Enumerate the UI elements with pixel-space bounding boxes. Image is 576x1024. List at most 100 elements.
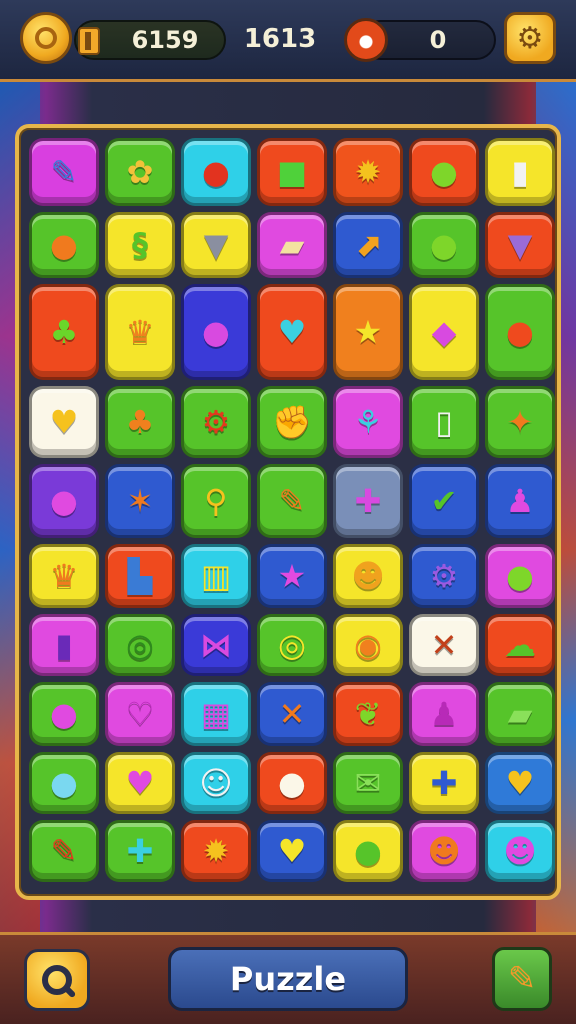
battery-icon (78, 27, 100, 55)
tile[interactable]: ☺ (181, 752, 251, 814)
search-icon (42, 965, 72, 995)
tile[interactable]: ☁ (485, 614, 555, 676)
tile[interactable]: ♛ (105, 284, 175, 380)
settings-button[interactable]: ⚙ (504, 12, 556, 64)
tile[interactable]: ♥ (485, 752, 555, 814)
heart-gold-icon: ♥ (505, 764, 535, 802)
tile[interactable]: ⚲ (181, 464, 251, 538)
pot-icon: ♣ (125, 403, 155, 441)
tile[interactable]: ⚘ (333, 386, 403, 458)
tile[interactable]: ✹ (333, 138, 403, 206)
tile[interactable]: ✉ (333, 752, 403, 814)
heart-icon: ♥ (125, 764, 155, 802)
tile[interactable]: ✦ (485, 386, 555, 458)
tile[interactable]: ● (485, 284, 555, 380)
tile[interactable]: ♛ (29, 544, 99, 608)
tile[interactable]: ⋈ (181, 614, 251, 676)
mode-button[interactable]: Puzzle (168, 947, 408, 1011)
tile[interactable]: ▼ (181, 212, 251, 278)
tile[interactable]: ● (409, 212, 479, 278)
tile[interactable]: ★ (257, 544, 327, 608)
tile[interactable]: ⚙ (409, 544, 479, 608)
tile[interactable]: ▦ (181, 682, 251, 746)
tile[interactable]: ♟ (409, 682, 479, 746)
tile[interactable]: ✶ (105, 464, 175, 538)
magnifier-icon: ⚲ (204, 482, 228, 520)
tile[interactable]: ✿ (105, 138, 175, 206)
tile[interactable]: ▼ (485, 212, 555, 278)
tile[interactable]: ♣ (29, 284, 99, 380)
bear-icon: ☻ (351, 557, 385, 595)
arrow-box-icon: ⬈ (354, 226, 382, 264)
cup-icon: ▮ (511, 153, 529, 191)
star-icon: ★ (277, 557, 307, 595)
tile[interactable]: ▮ (29, 614, 99, 676)
tile[interactable]: ◉ (333, 614, 403, 676)
tile[interactable]: ◎ (257, 614, 327, 676)
tile[interactable]: ⚙ (181, 386, 251, 458)
x-icon: ✕ (278, 695, 306, 733)
tile[interactable]: ✔ (409, 464, 479, 538)
tile[interactable]: ● (29, 752, 99, 814)
tree-icon: ♣ (49, 313, 79, 351)
tile[interactable]: ♣ (105, 386, 175, 458)
tile[interactable]: ♟ (485, 464, 555, 538)
tile[interactable]: ♥ (257, 820, 327, 882)
tile[interactable]: ● (181, 284, 251, 380)
tile[interactable]: ▮ (485, 138, 555, 206)
tile[interactable]: ● (409, 138, 479, 206)
apple-icon: ● (202, 153, 230, 191)
tile[interactable]: ✊ (257, 386, 327, 458)
tile[interactable]: ✎ (29, 820, 99, 882)
tile[interactable]: ▯ (409, 386, 479, 458)
tile[interactable]: ★ (333, 284, 403, 380)
tile[interactable]: § (105, 212, 175, 278)
ball-icon: ● (430, 153, 458, 191)
heart-outline-icon: ♡ (125, 695, 155, 733)
tile[interactable]: ✎ (257, 464, 327, 538)
tile[interactable]: ● (485, 544, 555, 608)
shell-icon: ✿ (126, 153, 154, 191)
carrot-icon: ✎ (278, 482, 306, 520)
tile[interactable]: ✚ (105, 820, 175, 882)
tile[interactable]: ● (29, 682, 99, 746)
tile[interactable]: ☻ (409, 820, 479, 882)
l-block-icon: ▙ (127, 557, 153, 595)
cross-icon: ✚ (354, 482, 382, 520)
tile[interactable]: ✚ (409, 752, 479, 814)
search-button[interactable] (24, 949, 90, 1011)
tile[interactable]: ☻ (485, 820, 555, 882)
tile[interactable]: ✹ (181, 820, 251, 882)
tile[interactable]: ⬈ (333, 212, 403, 278)
tile[interactable]: ▙ (105, 544, 175, 608)
tile[interactable]: ▰ (257, 212, 327, 278)
ribbon-icon: ⚘ (353, 403, 383, 441)
tile[interactable]: ❦ (333, 682, 403, 746)
tile[interactable]: ✕ (257, 682, 327, 746)
tile[interactable]: ■ (257, 138, 327, 206)
tile[interactable]: ♥ (105, 752, 175, 814)
tile[interactable]: ✕ (409, 614, 479, 676)
envelope-icon: ✉ (354, 764, 382, 802)
tile[interactable]: ✎ (29, 138, 99, 206)
starfish-icon: ✶ (126, 482, 154, 520)
tile[interactable]: ▥ (181, 544, 251, 608)
crown-icon: ♛ (49, 557, 79, 595)
tile[interactable]: ♥ (257, 284, 327, 380)
tile[interactable]: ✚ (333, 464, 403, 538)
edit-button[interactable]: ✎ (492, 947, 552, 1011)
tile[interactable]: ● (29, 464, 99, 538)
tile[interactable]: ♡ (105, 682, 175, 746)
tile[interactable]: ● (29, 212, 99, 278)
tile[interactable]: ◎ (105, 614, 175, 676)
tile[interactable]: ● (333, 820, 403, 882)
top-hud: 6159 1613 0 ⚙ (0, 0, 576, 82)
apple-blue-icon: ● (50, 764, 78, 802)
tile[interactable]: ♥ (29, 386, 99, 458)
tile[interactable]: ◆ (409, 284, 479, 380)
tile[interactable]: ▰ (485, 682, 555, 746)
swirl-icon: § (132, 226, 148, 264)
tile[interactable]: ☻ (333, 544, 403, 608)
tile[interactable]: ● (257, 752, 327, 814)
tile[interactable]: ● (181, 138, 251, 206)
